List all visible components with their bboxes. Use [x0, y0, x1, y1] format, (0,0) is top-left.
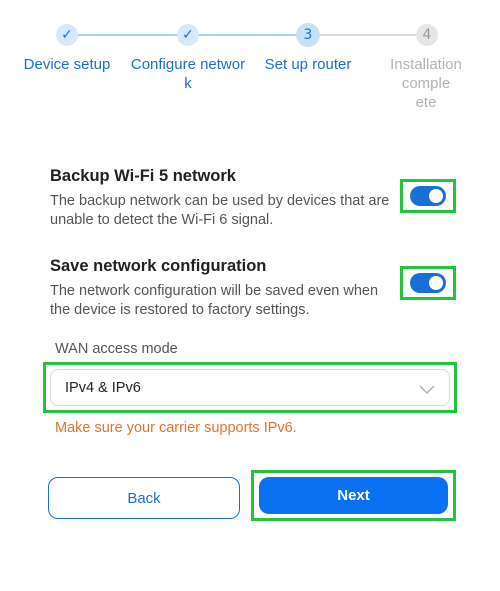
step-1-label: Device setup: [23, 56, 111, 73]
back-button-label: Back: [127, 489, 161, 507]
backup-wifi-toggle[interactable]: [410, 186, 446, 206]
save-config-toggle[interactable]: [410, 273, 446, 293]
wan-selected-value: IPv4 & IPv6: [65, 379, 141, 396]
backup-wifi-title: Backup Wi-Fi 5 network: [50, 167, 236, 185]
next-button[interactable]: Next: [259, 477, 448, 514]
step-4-label: Installation comple ete: [390, 56, 462, 111]
backup-wifi-toggle-highlight: [400, 179, 456, 213]
save-config-setting: Save network configuration The network c…: [50, 257, 390, 320]
save-config-description: The network configuration will be saved …: [50, 283, 379, 318]
step-4-indicator: 4: [416, 24, 438, 46]
step-2-label: Configure networ k: [130, 56, 246, 92]
next-button-highlight: Next: [251, 470, 456, 521]
step-1-check-icon: ✓: [56, 24, 78, 46]
ipv6-warning-text: Make sure your carrier supports IPv6.: [55, 420, 297, 436]
step-3-indicator: 3: [296, 23, 320, 47]
step-connector-2-3: [198, 34, 306, 36]
back-button[interactable]: Back: [48, 477, 240, 519]
toggle-knob: [429, 276, 443, 290]
chevron-down-icon: [419, 385, 435, 395]
backup-wifi-description: The backup network can be used by device…: [50, 193, 390, 228]
save-config-title: Save network configuration: [50, 257, 267, 275]
wan-access-mode-select[interactable]: IPv4 & IPv6: [50, 369, 450, 406]
save-config-toggle-highlight: [400, 266, 456, 300]
backup-wifi-setting: Backup Wi-Fi 5 network The backup networ…: [50, 167, 390, 230]
progress-stepper: ✓ ✓ 3 4 Device setup Configure networ k …: [0, 0, 500, 111]
wan-select-highlight: IPv4 & IPv6: [43, 362, 457, 413]
next-button-label: Next: [337, 487, 370, 504]
wan-access-mode-label: WAN access mode: [55, 341, 178, 357]
step-2-check-icon: ✓: [177, 24, 199, 46]
step-3-label: Set up router: [264, 56, 352, 73]
toggle-knob: [429, 189, 443, 203]
step-connector-1-2: [78, 34, 188, 36]
step-connector-3-4: [320, 34, 426, 36]
